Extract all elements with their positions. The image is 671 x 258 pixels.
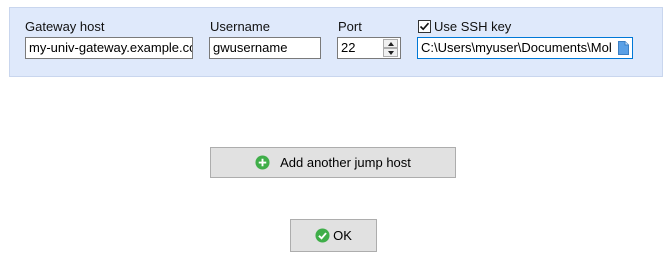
checkmark-icon	[419, 22, 430, 31]
port-value: 22	[341, 40, 356, 55]
add-jump-host-label: Add another jump host	[280, 155, 411, 170]
gateway-panel: Gateway host my-univ-gateway.example.co …	[9, 7, 663, 77]
port-increment-button[interactable]	[383, 39, 398, 48]
port-decrement-button[interactable]	[383, 48, 398, 57]
port-spinner[interactable]: 22	[337, 37, 401, 59]
gateway-host-input[interactable]: my-univ-gateway.example.co	[25, 37, 193, 59]
check-circle-icon	[315, 228, 330, 243]
ssh-key-path-value: C:\Users\myuser\Documents\Mol	[421, 40, 612, 55]
plus-circle-icon	[255, 155, 270, 170]
username-label: Username	[210, 19, 270, 34]
arrow-down-icon	[387, 50, 394, 55]
use-ssh-key-label[interactable]: Use SSH key	[434, 19, 511, 34]
ok-label: OK	[333, 228, 352, 243]
ok-button[interactable]: OK	[290, 219, 377, 252]
gateway-host-label: Gateway host	[25, 19, 105, 34]
port-label: Port	[338, 19, 362, 34]
ssh-key-path-field[interactable]: C:\Users\myuser\Documents\Mol	[417, 37, 633, 59]
username-input[interactable]: gwusername	[209, 37, 321, 59]
arrow-up-icon	[387, 41, 394, 46]
document-icon[interactable]	[618, 41, 629, 58]
add-jump-host-button[interactable]: Add another jump host	[210, 147, 456, 178]
use-ssh-key-checkbox[interactable]	[418, 20, 431, 33]
port-spin-buttons	[383, 39, 398, 57]
